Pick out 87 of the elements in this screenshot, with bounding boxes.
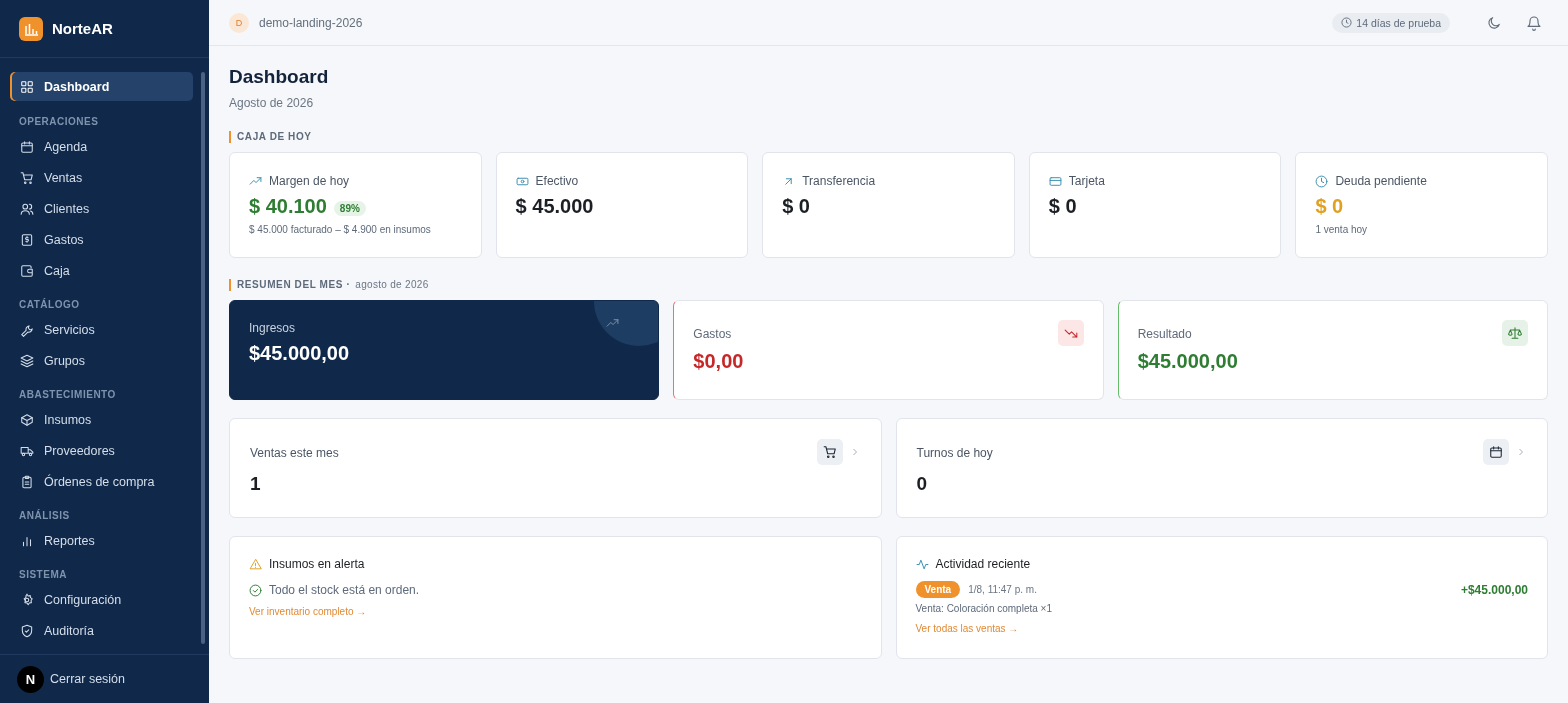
nav-section-heading: ABASTECIMIENTO: [18, 388, 117, 402]
card-value: $45.000,00: [1137, 350, 1238, 373]
card-label: Gastos: [693, 327, 733, 341]
nav-item[interactable]: Gastos: [10, 224, 193, 255]
nav-section-heading: CATÁLOGO: [18, 297, 81, 312]
clipboard-icon: [20, 474, 34, 489]
credit-card-icon: [1048, 174, 1062, 188]
cart-icon: [822, 445, 837, 459]
nav-item[interactable]: Servicios: [10, 314, 193, 345]
card-label: Resultado: [1137, 327, 1193, 341]
card-label: Tarjeta: [1068, 174, 1105, 188]
section-heading: RESUMEN DEL MES ·: [237, 279, 351, 291]
card-label: Turnos de hoy: [916, 446, 994, 460]
warning-icon: [249, 557, 262, 571]
nav-item[interactable]: Dashboard: [10, 72, 193, 101]
calendar-icon: [1489, 445, 1503, 459]
nav-item[interactable]: Insumos: [10, 404, 193, 435]
logout-link[interactable]: Cerrar sesión: [50, 672, 126, 686]
check-circle-icon: [249, 583, 262, 597]
nav-item[interactable]: Agenda: [10, 131, 193, 162]
bell-icon[interactable]: [1526, 14, 1542, 31]
users-icon: [20, 201, 34, 216]
page-title: Dashboard: [229, 66, 330, 88]
card-value: $0,00: [693, 350, 744, 373]
card-value: $ 40.100: [249, 195, 327, 218]
stat-card[interactable]: Ventas este mes 1: [229, 418, 882, 518]
nav-item[interactable]: Configuración: [10, 584, 193, 615]
card-label: Efectivo: [535, 174, 579, 188]
shield-icon: [20, 623, 34, 638]
nav-item[interactable]: Auditoría: [10, 615, 193, 646]
card-value: $ 0: [782, 195, 810, 218]
nav-item[interactable]: Órdenes de compra: [10, 466, 193, 497]
receipt-icon: [20, 232, 34, 247]
nav-item[interactable]: Reportes: [10, 525, 193, 556]
stat-card[interactable]: Turnos de hoy 0: [895, 418, 1548, 518]
grid-icon: [20, 79, 34, 94]
section-heading: CAJA DE HOY: [237, 131, 312, 143]
card-value: $ 0: [1048, 195, 1077, 218]
brand-name: NorteAR: [52, 20, 113, 37]
card-label: Margen de hoy: [269, 174, 350, 188]
layers-icon: [20, 353, 34, 368]
calendar-icon: [20, 139, 34, 154]
trend-up-icon: [606, 317, 620, 330]
percent-badge: 89%: [333, 200, 366, 216]
moon-icon[interactable]: [1486, 14, 1502, 31]
card-value: 0: [916, 473, 929, 495]
card-note: $ 45.000 facturado – $ 4.900 en insumos: [249, 224, 432, 235]
pulse-icon: [915, 557, 929, 571]
box-icon: [20, 412, 34, 427]
panel-title: Actividad reciente: [935, 557, 1031, 571]
trial-text: 14 días de prueba: [1356, 16, 1441, 29]
nav-item[interactable]: Caja: [10, 255, 193, 286]
status-text: Todo el stock está en orden.: [269, 583, 420, 597]
card-label: Ingresos: [249, 321, 297, 335]
wallet-icon: [20, 263, 34, 278]
clock-icon: [1315, 174, 1329, 188]
card-value: $ 0: [1315, 195, 1344, 218]
scale-icon: [1508, 326, 1522, 340]
card-label: Transferencia: [802, 174, 876, 188]
clock-icon: [1341, 17, 1353, 28]
nav-item[interactable]: Clientes: [10, 193, 193, 224]
page-subtitle: Agosto de 2026: [229, 96, 315, 110]
activity-time: 1/8, 11:47 p. m.: [968, 584, 1037, 595]
activity-amount: +$45.000,00: [1460, 583, 1528, 599]
nav-item[interactable]: Grupos: [10, 345, 193, 376]
card-value: $45.000,00: [249, 342, 350, 365]
wrench-icon: [20, 322, 34, 337]
workspace-name: demo-landing-2026: [259, 15, 363, 30]
dev-badge[interactable]: N: [17, 665, 44, 693]
scrollbar[interactable]: [201, 72, 205, 644]
card-value: $ 45.000: [515, 195, 594, 218]
section-period: agosto de 2026: [355, 279, 429, 291]
activity-description: Venta: Coloración completa ×1: [915, 603, 1052, 614]
cart-icon: [20, 170, 34, 185]
card-label: Ventas este mes: [250, 446, 340, 460]
nav-item[interactable]: Proveedores: [10, 435, 193, 466]
activity-tag: Venta: [915, 581, 961, 598]
nav-section-heading: SISTEMA: [18, 568, 68, 582]
logo-icon: [19, 16, 43, 41]
card-label: Deuda pendiente: [1335, 174, 1427, 188]
card-note: 1 venta hoy: [1315, 224, 1369, 235]
trend-up-icon: [249, 174, 262, 188]
nav-section-heading: ANÁLISIS: [18, 508, 71, 523]
nav-item[interactable]: Ventas: [10, 162, 193, 193]
nav-section-heading: OPERACIONES: [18, 115, 100, 129]
card-value: 1: [250, 473, 262, 495]
panel-title: Insumos en alerta: [269, 557, 365, 571]
